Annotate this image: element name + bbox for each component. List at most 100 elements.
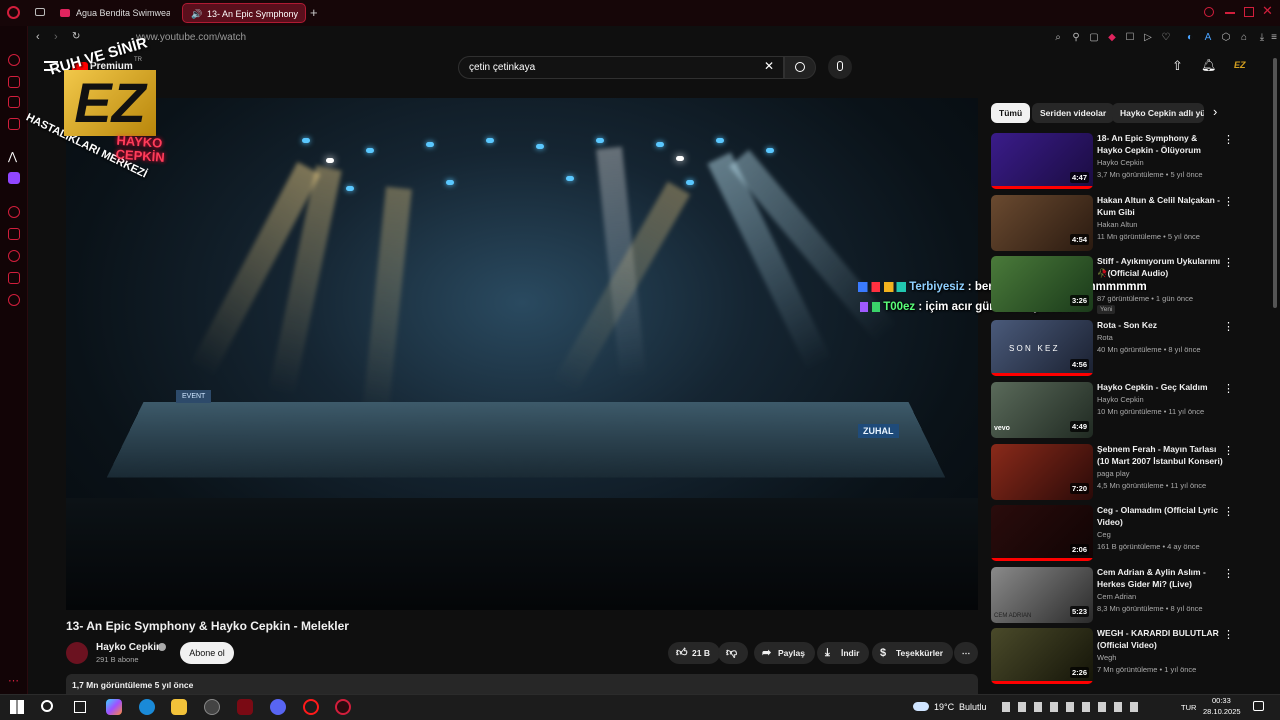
- recommendation-channel[interactable]: Hayko Cepkin: [1097, 395, 1144, 404]
- snapshot-icon[interactable]: ▢: [1088, 32, 1100, 44]
- opera-logo-icon[interactable]: [7, 6, 20, 19]
- recommendation-channel[interactable]: Rota: [1097, 333, 1113, 342]
- clock-time[interactable]: 00:33: [1212, 696, 1231, 705]
- thanks-button[interactable]: $ Teşekkürler: [872, 642, 954, 664]
- recommendation-item[interactable]: 7:20 Şebnem Ferah - Mayın Tarlası (10 Ma…: [991, 444, 1263, 502]
- recommendation-more-icon[interactable]: ⋮: [1223, 628, 1234, 641]
- video-player[interactable]: EVENT ZUHAL: [66, 98, 978, 610]
- chips-next-icon[interactable]: ›: [1213, 104, 1217, 119]
- recommendation-item[interactable]: 3:26 Stiff - Ayıkmıyorum Uykularımı 🥀(Of…: [991, 256, 1263, 314]
- vpn-icon[interactable]: ◐: [1184, 32, 1196, 44]
- weather-temp[interactable]: 19°C: [934, 702, 954, 712]
- taskbar-search-icon[interactable]: [41, 700, 53, 712]
- sidebar-bookmarks-icon[interactable]: [8, 228, 20, 240]
- browser-tab-agua-bendita[interactable]: Agua Bendita Swimwear: [52, 3, 170, 23]
- recommendation-channel[interactable]: Ceg: [1097, 530, 1111, 539]
- task-view-icon[interactable]: [74, 701, 86, 713]
- recommendation-title[interactable]: Ceg - Olamadım (Official Lyric Video): [1097, 505, 1223, 528]
- recommendation-thumbnail[interactable]: vevo 4:49: [991, 382, 1093, 438]
- recommendation-thumbnail[interactable]: 4:54: [991, 195, 1093, 251]
- recommendation-channel[interactable]: Wegh: [1097, 653, 1116, 662]
- recommendation-item[interactable]: 2:06 Ceg - Olamadım (Official Lyric Vide…: [991, 505, 1263, 563]
- new-tab-button[interactable]: +: [310, 5, 318, 20]
- upload-icon[interactable]: ⇧: [1172, 58, 1183, 74]
- recommendation-title[interactable]: Hayko Cepkin - Geç Kaldım: [1097, 382, 1223, 394]
- recommendation-title[interactable]: Stiff - Ayıkmıyorum Uykularımı 🥀(Officia…: [1097, 256, 1223, 279]
- sidebar-aria-icon[interactable]: [8, 54, 20, 66]
- search-tabs-icon[interactable]: [1204, 7, 1214, 17]
- tab-islands-icon[interactable]: [35, 8, 45, 16]
- subscribe-button[interactable]: Abone ol: [180, 642, 234, 664]
- dislike-button[interactable]: 👎︎: [718, 642, 748, 664]
- windows-start-icon[interactable]: [10, 700, 24, 714]
- opera-icon[interactable]: [335, 699, 351, 715]
- recommendation-title[interactable]: Hakan Altun & Celil Nalçakan - Kum Gibi: [1097, 195, 1223, 218]
- recommendation-item[interactable]: 4:54 Hakan Altun & Celil Nalçakan - Kum …: [991, 195, 1263, 253]
- maximize-icon[interactable]: [1244, 7, 1254, 17]
- recommendation-title[interactable]: Şebnem Ferah - Mayın Tarlası (10 Mart 20…: [1097, 444, 1223, 467]
- recommendation-more-icon[interactable]: ⋮: [1223, 567, 1234, 580]
- search-input[interactable]: çetin çetinkaya: [458, 56, 784, 79]
- description-box[interactable]: 1,7 Mn görüntüleme 5 yıl önce: [66, 674, 978, 696]
- discord-icon[interactable]: [270, 699, 286, 715]
- channel-avatar[interactable]: [66, 642, 88, 664]
- chat-username[interactable]: Terbiyesiz: [909, 281, 964, 293]
- recommendation-more-icon[interactable]: ⋮: [1223, 444, 1234, 457]
- minimize-icon[interactable]: [1225, 12, 1235, 14]
- chip-all[interactable]: Tümü: [991, 103, 1031, 123]
- edge-icon[interactable]: [139, 699, 155, 715]
- recommendation-channel[interactable]: Hakan Altun: [1097, 220, 1137, 229]
- zoom-icon[interactable]: ⌕: [1052, 32, 1064, 44]
- recommendation-thumbnail[interactable]: 3:26: [991, 256, 1093, 312]
- play-icon[interactable]: ▷: [1142, 32, 1154, 44]
- sidebar-twitch-icon[interactable]: [8, 172, 20, 184]
- sidebar-active-icon[interactable]: ⋀: [8, 150, 17, 163]
- sidebar-history-icon[interactable]: [8, 206, 20, 218]
- recommendation-title[interactable]: Cem Adrian & Aylin Aslım - Herkes Gider …: [1097, 567, 1223, 590]
- sidebar-clock-icon[interactable]: [8, 250, 20, 262]
- recommendation-thumbnail[interactable]: 4:47: [991, 133, 1093, 189]
- recommendation-more-icon[interactable]: ⋮: [1223, 256, 1234, 269]
- recommendation-item[interactable]: 4:47 18- An Epic Symphony & Hayko Cepkin…: [991, 133, 1263, 191]
- user-avatar[interactable]: EZ: [1234, 60, 1250, 74]
- weather-icon[interactable]: [913, 702, 929, 711]
- recommendation-more-icon[interactable]: ⋮: [1223, 133, 1234, 146]
- opera-gx-icon[interactable]: [303, 699, 319, 715]
- weather-desc[interactable]: Bulutlu: [959, 702, 987, 712]
- recommendation-more-icon[interactable]: ⋮: [1223, 505, 1234, 518]
- sidebar-crypto-icon[interactable]: [8, 76, 20, 88]
- recommendation-item[interactable]: vevo 4:49 Hayko Cepkin - Geç Kaldım Hayk…: [991, 382, 1263, 440]
- notification-center-icon[interactable]: [1253, 701, 1264, 711]
- bookmark-icon[interactable]: ☐: [1124, 32, 1136, 44]
- voice-search-button[interactable]: [828, 55, 852, 79]
- recommendation-more-icon[interactable]: ⋮: [1223, 382, 1234, 395]
- sidebar-settings-icon[interactable]: [8, 294, 20, 306]
- chat-username[interactable]: T00ez: [883, 301, 915, 313]
- like-button[interactable]: 👍︎ 21 B: [668, 642, 720, 664]
- chip-series[interactable]: Seriden videolar: [1032, 103, 1115, 123]
- sidebar-instagram-icon[interactable]: [8, 118, 20, 130]
- translate-icon[interactable]: A: [1202, 32, 1214, 44]
- channel-name[interactable]: Hayko Cepkin: [96, 642, 162, 653]
- recommendation-title[interactable]: WEGH - KARARDI BULUTLAR (Official Video): [1097, 628, 1223, 651]
- recommendation-thumbnail[interactable]: 2:26: [991, 628, 1093, 684]
- sidebar-flow-icon[interactable]: [8, 272, 20, 284]
- download-icon[interactable]: ⤓: [1256, 32, 1268, 44]
- download-button[interactable]: ⤓ İndir: [817, 642, 870, 664]
- app-icon[interactable]: [237, 699, 253, 715]
- recommendation-thumbnail[interactable]: 2:06: [991, 505, 1093, 561]
- input-language[interactable]: TUR: [1181, 703, 1196, 712]
- notifications-icon[interactable]: 🔔︎: [1201, 58, 1216, 72]
- recommendation-thumbnail[interactable]: CEM ADRIAN 5:23: [991, 567, 1093, 623]
- recommendation-item[interactable]: CEM ADRIAN 5:23 Cem Adrian & Aylin Aslım…: [991, 567, 1263, 625]
- extensions-icon[interactable]: ⬡: [1220, 32, 1232, 44]
- menu-icon[interactable]: ≡: [1268, 32, 1280, 44]
- recommendation-channel[interactable]: paga play: [1097, 469, 1130, 478]
- file-explorer-icon[interactable]: [171, 699, 187, 715]
- chip-uploader[interactable]: Hayko Cepkin adlı yükleyiciden: [1112, 103, 1204, 123]
- app-icon[interactable]: [204, 699, 220, 715]
- sidebar-messenger-icon[interactable]: [8, 96, 20, 108]
- heart-icon[interactable]: ♡: [1160, 32, 1172, 44]
- share-button[interactable]: ➦ Paylaş: [754, 642, 815, 664]
- wallet-icon[interactable]: ⌂: [1238, 32, 1250, 44]
